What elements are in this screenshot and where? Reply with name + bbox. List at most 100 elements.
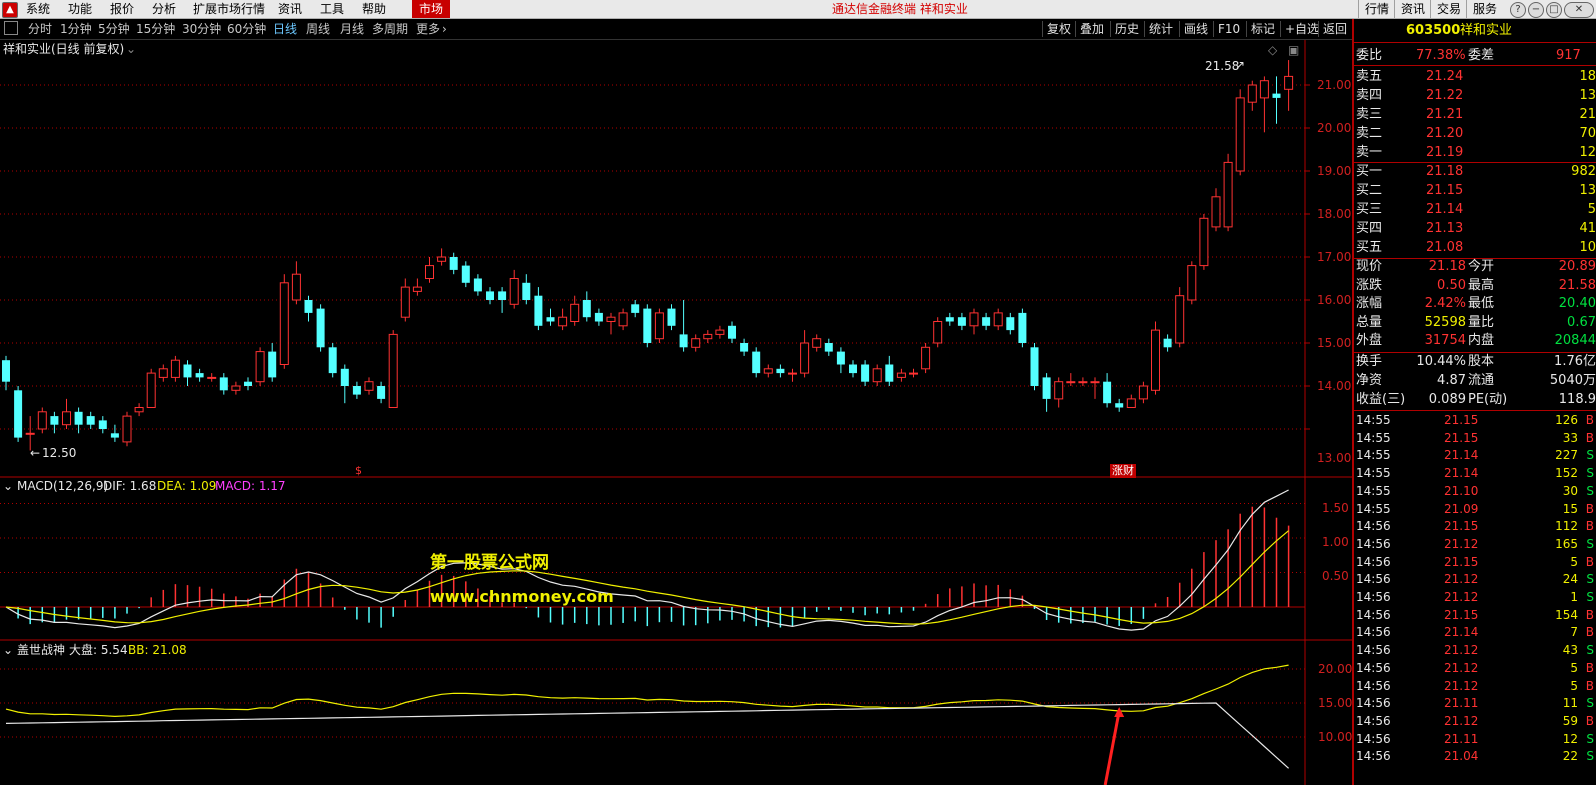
- chart-area[interactable]: 祥和实业(日线 前复权) ⌄ ◇ ▣ 21.58 ↗ ← 12.50 21.00…: [0, 40, 1352, 785]
- menu-item-function[interactable]: 功能: [68, 1, 92, 17]
- period-tab-multi[interactable]: 多周期: [372, 22, 408, 36]
- tool-history[interactable]: 历史: [1110, 21, 1139, 37]
- tick-side: B: [1585, 554, 1594, 569]
- stat-value: 4.87: [1437, 373, 1466, 388]
- period-tab-5min[interactable]: 5分钟: [98, 22, 130, 36]
- period-tab-1min[interactable]: 1分钟: [60, 22, 92, 36]
- tick-row[interactable]: 14:55 21.10 30 S: [1356, 483, 1596, 501]
- window-icon[interactable]: ▣: [1288, 43, 1299, 57]
- tick-row[interactable]: 14:56 21.12 43 S: [1356, 642, 1596, 660]
- macd-collapse-icon[interactable]: ⌄: [3, 479, 13, 493]
- period-tab-intraday[interactable]: 分时: [28, 22, 52, 36]
- tool-restore-rights[interactable]: 复权: [1042, 21, 1071, 37]
- order-book-sell-row[interactable]: 卖三 21.21 21: [1356, 105, 1596, 124]
- tick-row[interactable]: 14:55 21.15 126 B: [1356, 412, 1596, 430]
- tick-row[interactable]: 14:56 21.12 165 S: [1356, 536, 1596, 554]
- tool-stats[interactable]: 统计: [1144, 21, 1173, 37]
- candle-body: [679, 334, 688, 348]
- ind2-axis-label: 15.00: [1318, 696, 1353, 710]
- tick-row[interactable]: 14:56 21.04 22 S: [1356, 748, 1596, 766]
- tick-row[interactable]: 14:55 21.15 33 B: [1356, 430, 1596, 448]
- chevron-down-icon[interactable]: ⌄: [126, 42, 136, 56]
- weibi-row: 委比 77.38% 委差 917: [1356, 46, 1596, 65]
- tick-row[interactable]: 14:56 21.14 7 B: [1356, 624, 1596, 642]
- tool-f10[interactable]: F10: [1213, 21, 1240, 37]
- order-book-buy-row[interactable]: 买三 21.14 5: [1356, 200, 1596, 219]
- tick-row[interactable]: 14:56 21.12 59 B: [1356, 713, 1596, 731]
- tool-add-watchlist[interactable]: +自选: [1280, 21, 1319, 37]
- menu-right-news[interactable]: 资讯: [1394, 0, 1431, 18]
- tool-draw[interactable]: 画线: [1179, 21, 1208, 37]
- menu-item-analysis[interactable]: 分析: [152, 1, 176, 17]
- tool-back[interactable]: 返回: [1318, 21, 1347, 37]
- period-tab-60min[interactable]: 60分钟: [227, 22, 266, 36]
- order-book-sell-row[interactable]: 卖一 21.19 12: [1356, 143, 1596, 162]
- tick-row[interactable]: 14:56 21.12 1 S: [1356, 589, 1596, 607]
- tick-time: 14:56: [1356, 713, 1391, 728]
- tick-row[interactable]: 14:55 21.14 152 S: [1356, 465, 1596, 483]
- tick-row[interactable]: 14:56 21.12 5 B: [1356, 660, 1596, 678]
- period-tab-weekly[interactable]: 周线: [306, 22, 330, 36]
- tick-row[interactable]: 14:56 21.11 11 S: [1356, 695, 1596, 713]
- kline-svg[interactable]: [0, 40, 1352, 785]
- order-level-label: 卖四: [1356, 88, 1383, 103]
- minimize-icon[interactable]: −: [1528, 2, 1544, 18]
- candle-body: [473, 278, 482, 292]
- order-book-buy-row[interactable]: 买一 21.18 982: [1356, 162, 1596, 181]
- order-book-sell-row[interactable]: 卖四 21.22 13: [1356, 86, 1596, 105]
- maximize-icon[interactable]: □: [1546, 2, 1562, 18]
- close-icon[interactable]: ✕: [1564, 2, 1594, 18]
- order-book-sell-row[interactable]: 卖二 21.20 70: [1356, 124, 1596, 143]
- period-tab-monthly[interactable]: 月线: [340, 22, 364, 36]
- stat-row: 总量 52598 量比 0.67: [1356, 313, 1596, 332]
- menu-item-help[interactable]: 帮助: [362, 1, 386, 17]
- menu-item-extended-market[interactable]: 扩展市场行情: [193, 1, 265, 17]
- period-tab-daily[interactable]: 日线: [273, 22, 297, 36]
- menu-right-trade[interactable]: 交易: [1430, 0, 1467, 18]
- tick-price: 21.11: [1444, 696, 1479, 711]
- market-tab[interactable]: 市场: [412, 0, 450, 18]
- menu-item-news[interactable]: 资讯: [278, 1, 302, 17]
- tool-overlay[interactable]: 叠加: [1075, 21, 1104, 37]
- order-book-buy-row[interactable]: 买四 21.13 41: [1356, 219, 1596, 238]
- sidebar-toggle-icon[interactable]: [4, 21, 18, 35]
- app-logo-icon: ▲: [2, 2, 18, 18]
- candle-body: [400, 286, 410, 318]
- tool-mark[interactable]: 标记: [1246, 21, 1275, 37]
- tick-row[interactable]: 14:56 21.15 5 B: [1356, 554, 1596, 572]
- candle-body: [1042, 377, 1051, 399]
- menu-item-quote[interactable]: 报价: [110, 1, 134, 17]
- menu-item-system[interactable]: 系统: [26, 1, 50, 17]
- tick-row[interactable]: 14:56 21.15 154 B: [1356, 607, 1596, 625]
- stock-name: 祥和实业: [1460, 23, 1513, 38]
- tick-row[interactable]: 14:55 21.14 227 S: [1356, 447, 1596, 465]
- candle-body: [872, 368, 882, 383]
- help-icon[interactable]: ?: [1510, 2, 1526, 18]
- tick-row[interactable]: 14:56 21.12 24 S: [1356, 571, 1596, 589]
- menu-right-service[interactable]: 服务: [1466, 0, 1503, 18]
- menu-right-quote[interactable]: 行情: [1358, 0, 1395, 18]
- candle-body: [957, 317, 966, 326]
- tick-time: 14:56: [1356, 590, 1391, 604]
- tick-row[interactable]: 14:56 21.12 5 B: [1356, 678, 1596, 696]
- ind2-collapse-icon[interactable]: ⌄: [3, 643, 13, 657]
- candles-layer: [2, 60, 1294, 451]
- diamond-icon[interactable]: ◇: [1268, 43, 1277, 57]
- chevron-right-icon[interactable]: ›: [442, 22, 447, 36]
- tick-row[interactable]: 14:56 21.11 12 S: [1356, 731, 1596, 749]
- period-tab-15min[interactable]: 15分钟: [136, 22, 175, 36]
- order-book-sell-row[interactable]: 卖五 21.24 18: [1356, 67, 1596, 86]
- menu-item-tools[interactable]: 工具: [320, 1, 344, 17]
- event-marker-dollar[interactable]: $: [355, 464, 362, 478]
- period-tab-more[interactable]: 更多: [416, 22, 440, 36]
- candle-body: [1163, 338, 1172, 348]
- order-book-buy-row[interactable]: 买二 21.15 13: [1356, 181, 1596, 200]
- tick-row[interactable]: 14:56 21.15 112 B: [1356, 518, 1596, 536]
- event-marker-earnings[interactable]: 涨财: [1110, 464, 1136, 478]
- order-book-buy-row[interactable]: 买五 21.08 10: [1356, 238, 1596, 257]
- period-tab-30min[interactable]: 30分钟: [182, 22, 221, 36]
- candle-body: [1247, 84, 1257, 103]
- tick-price: 21.14: [1444, 625, 1479, 640]
- menu-bar: ▲ 系统 功能 报价 分析 扩展市场行情 资讯 工具 帮助 市场 通达信金融终端…: [0, 0, 1596, 19]
- tick-row[interactable]: 14:55 21.09 15 B: [1356, 501, 1596, 519]
